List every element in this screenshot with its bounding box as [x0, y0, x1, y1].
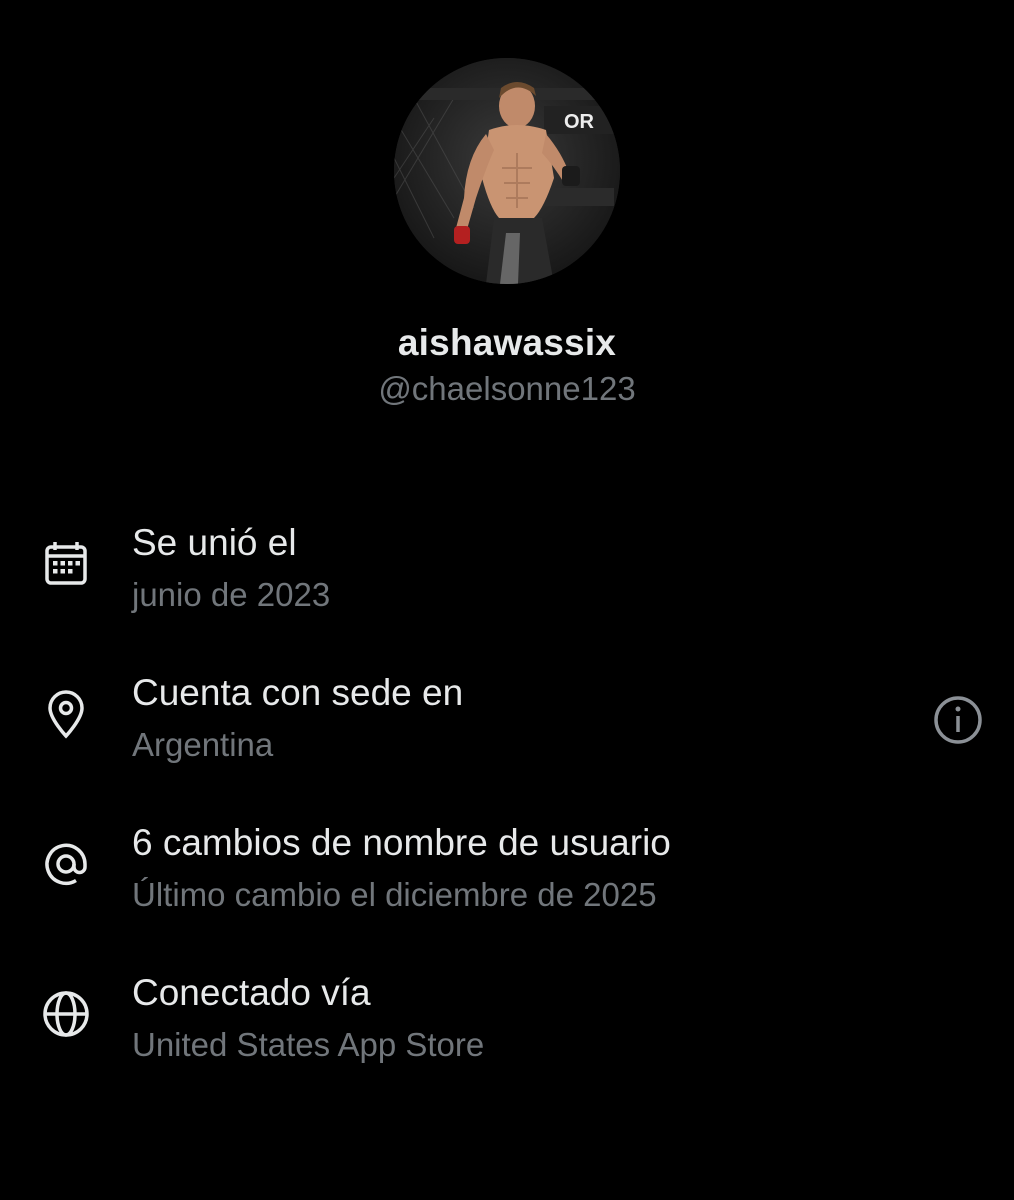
detail-row-connected-via: Conectado vía United States App Store: [0, 972, 1014, 1082]
profile-avatar[interactable]: OR: [394, 58, 620, 284]
detail-row-username-changes: 6 cambios de nombre de usuario Último ca…: [0, 822, 1014, 932]
globe-icon: [38, 986, 94, 1042]
info-icon[interactable]: [930, 692, 986, 748]
location-pin-icon: [38, 686, 94, 742]
at-sign-icon: [38, 836, 94, 892]
detail-row-joined: Se unió el junio de 2023: [0, 522, 1014, 632]
detail-subtitle: Último cambio el diciembre de 2025: [132, 876, 657, 913]
detail-subtitle: Argentina: [132, 726, 274, 763]
detail-subtitle: junio de 2023: [132, 576, 331, 613]
detail-title: 6 cambios de nombre de usuario: [132, 822, 671, 863]
detail-title: Cuenta con sede en: [132, 672, 464, 713]
svg-text:OR: OR: [564, 111, 595, 133]
display-name: aishawassix: [397, 322, 617, 363]
username-handle: @chaelsonne123: [378, 370, 636, 407]
detail-subtitle: United States App Store: [132, 1026, 485, 1063]
avatar-image: OR: [394, 58, 620, 284]
detail-row-location: Cuenta con sede en Argentina: [0, 672, 1014, 782]
calendar-icon: [38, 536, 94, 592]
detail-title: Se unió el: [132, 522, 297, 563]
detail-title: Conectado vía: [132, 972, 371, 1013]
